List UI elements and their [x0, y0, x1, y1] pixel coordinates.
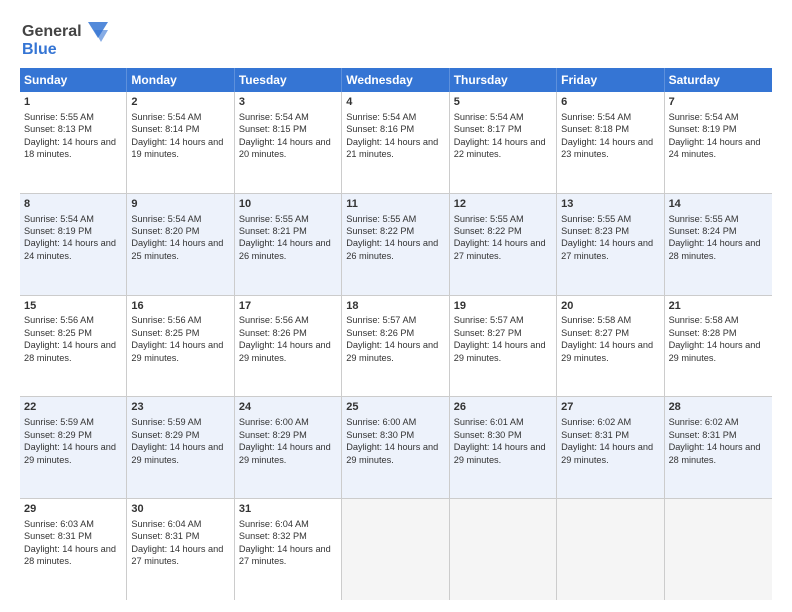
calendar-row-4: 22Sunrise: 5:59 AMSunset: 8:29 PMDayligh… — [20, 397, 772, 499]
day-cell-5: 5Sunrise: 5:54 AMSunset: 8:17 PMDaylight… — [450, 92, 557, 193]
day-number: 5 — [454, 95, 552, 110]
day-number: 30 — [131, 502, 229, 517]
day-number: 20 — [561, 299, 659, 314]
day-cell-9: 9Sunrise: 5:54 AMSunset: 8:20 PMDaylight… — [127, 194, 234, 295]
empty-cell — [665, 499, 772, 600]
day-cell-3: 3Sunrise: 5:54 AMSunset: 8:15 PMDaylight… — [235, 92, 342, 193]
day-number: 17 — [239, 299, 337, 314]
day-number: 21 — [669, 299, 768, 314]
day-cell-7: 7Sunrise: 5:54 AMSunset: 8:19 PMDaylight… — [665, 92, 772, 193]
day-cell-12: 12Sunrise: 5:55 AMSunset: 8:22 PMDayligh… — [450, 194, 557, 295]
day-number: 25 — [346, 400, 444, 415]
day-cell-20: 20Sunrise: 5:58 AMSunset: 8:27 PMDayligh… — [557, 296, 664, 397]
day-number: 7 — [669, 95, 768, 110]
calendar: SundayMondayTuesdayWednesdayThursdayFrid… — [20, 68, 772, 600]
logo-svg: General Blue — [20, 16, 110, 60]
day-header-saturday: Saturday — [665, 68, 772, 92]
day-number: 24 — [239, 400, 337, 415]
empty-cell — [342, 499, 449, 600]
day-header-thursday: Thursday — [450, 68, 557, 92]
day-cell-28: 28Sunrise: 6:02 AMSunset: 8:31 PMDayligh… — [665, 397, 772, 498]
day-cell-13: 13Sunrise: 5:55 AMSunset: 8:23 PMDayligh… — [557, 194, 664, 295]
page: General Blue SundayMondayTuesdayWednesda… — [0, 0, 792, 612]
calendar-row-2: 8Sunrise: 5:54 AMSunset: 8:19 PMDaylight… — [20, 194, 772, 296]
calendar-row-3: 15Sunrise: 5:56 AMSunset: 8:25 PMDayligh… — [20, 296, 772, 398]
day-number: 3 — [239, 95, 337, 110]
calendar-row-5: 29Sunrise: 6:03 AMSunset: 8:31 PMDayligh… — [20, 499, 772, 600]
day-cell-21: 21Sunrise: 5:58 AMSunset: 8:28 PMDayligh… — [665, 296, 772, 397]
day-number: 4 — [346, 95, 444, 110]
empty-cell — [450, 499, 557, 600]
day-cell-18: 18Sunrise: 5:57 AMSunset: 8:26 PMDayligh… — [342, 296, 449, 397]
day-header-sunday: Sunday — [20, 68, 127, 92]
day-cell-4: 4Sunrise: 5:54 AMSunset: 8:16 PMDaylight… — [342, 92, 449, 193]
day-number: 2 — [131, 95, 229, 110]
day-number: 19 — [454, 299, 552, 314]
day-cell-27: 27Sunrise: 6:02 AMSunset: 8:31 PMDayligh… — [557, 397, 664, 498]
day-cell-2: 2Sunrise: 5:54 AMSunset: 8:14 PMDaylight… — [127, 92, 234, 193]
day-cell-22: 22Sunrise: 5:59 AMSunset: 8:29 PMDayligh… — [20, 397, 127, 498]
day-number: 16 — [131, 299, 229, 314]
day-number: 1 — [24, 95, 122, 110]
day-number: 29 — [24, 502, 122, 517]
day-cell-25: 25Sunrise: 6:00 AMSunset: 8:30 PMDayligh… — [342, 397, 449, 498]
day-number: 14 — [669, 197, 768, 212]
day-number: 12 — [454, 197, 552, 212]
day-number: 26 — [454, 400, 552, 415]
calendar-body: 1Sunrise: 5:55 AMSunset: 8:13 PMDaylight… — [20, 92, 772, 600]
day-number: 27 — [561, 400, 659, 415]
header: General Blue — [20, 16, 772, 60]
day-cell-23: 23Sunrise: 5:59 AMSunset: 8:29 PMDayligh… — [127, 397, 234, 498]
day-cell-11: 11Sunrise: 5:55 AMSunset: 8:22 PMDayligh… — [342, 194, 449, 295]
day-cell-17: 17Sunrise: 5:56 AMSunset: 8:26 PMDayligh… — [235, 296, 342, 397]
day-number: 8 — [24, 197, 122, 212]
day-cell-8: 8Sunrise: 5:54 AMSunset: 8:19 PMDaylight… — [20, 194, 127, 295]
day-cell-31: 31Sunrise: 6:04 AMSunset: 8:32 PMDayligh… — [235, 499, 342, 600]
day-cell-10: 10Sunrise: 5:55 AMSunset: 8:21 PMDayligh… — [235, 194, 342, 295]
day-cell-26: 26Sunrise: 6:01 AMSunset: 8:30 PMDayligh… — [450, 397, 557, 498]
day-number: 18 — [346, 299, 444, 314]
day-number: 9 — [131, 197, 229, 212]
day-number: 10 — [239, 197, 337, 212]
logo: General Blue — [20, 16, 110, 60]
calendar-header: SundayMondayTuesdayWednesdayThursdayFrid… — [20, 68, 772, 92]
day-cell-14: 14Sunrise: 5:55 AMSunset: 8:24 PMDayligh… — [665, 194, 772, 295]
day-header-tuesday: Tuesday — [235, 68, 342, 92]
day-cell-30: 30Sunrise: 6:04 AMSunset: 8:31 PMDayligh… — [127, 499, 234, 600]
day-number: 22 — [24, 400, 122, 415]
svg-text:General: General — [22, 23, 82, 40]
day-number: 11 — [346, 197, 444, 212]
day-cell-1: 1Sunrise: 5:55 AMSunset: 8:13 PMDaylight… — [20, 92, 127, 193]
day-cell-15: 15Sunrise: 5:56 AMSunset: 8:25 PMDayligh… — [20, 296, 127, 397]
day-cell-16: 16Sunrise: 5:56 AMSunset: 8:25 PMDayligh… — [127, 296, 234, 397]
day-header-monday: Monday — [127, 68, 234, 92]
day-number: 28 — [669, 400, 768, 415]
calendar-row-1: 1Sunrise: 5:55 AMSunset: 8:13 PMDaylight… — [20, 92, 772, 194]
day-cell-19: 19Sunrise: 5:57 AMSunset: 8:27 PMDayligh… — [450, 296, 557, 397]
day-header-friday: Friday — [557, 68, 664, 92]
day-number: 23 — [131, 400, 229, 415]
day-cell-29: 29Sunrise: 6:03 AMSunset: 8:31 PMDayligh… — [20, 499, 127, 600]
day-cell-24: 24Sunrise: 6:00 AMSunset: 8:29 PMDayligh… — [235, 397, 342, 498]
empty-cell — [557, 499, 664, 600]
svg-text:Blue: Blue — [22, 41, 57, 58]
day-number: 31 — [239, 502, 337, 517]
day-cell-6: 6Sunrise: 5:54 AMSunset: 8:18 PMDaylight… — [557, 92, 664, 193]
day-header-wednesday: Wednesday — [342, 68, 449, 92]
day-number: 6 — [561, 95, 659, 110]
day-number: 13 — [561, 197, 659, 212]
day-number: 15 — [24, 299, 122, 314]
